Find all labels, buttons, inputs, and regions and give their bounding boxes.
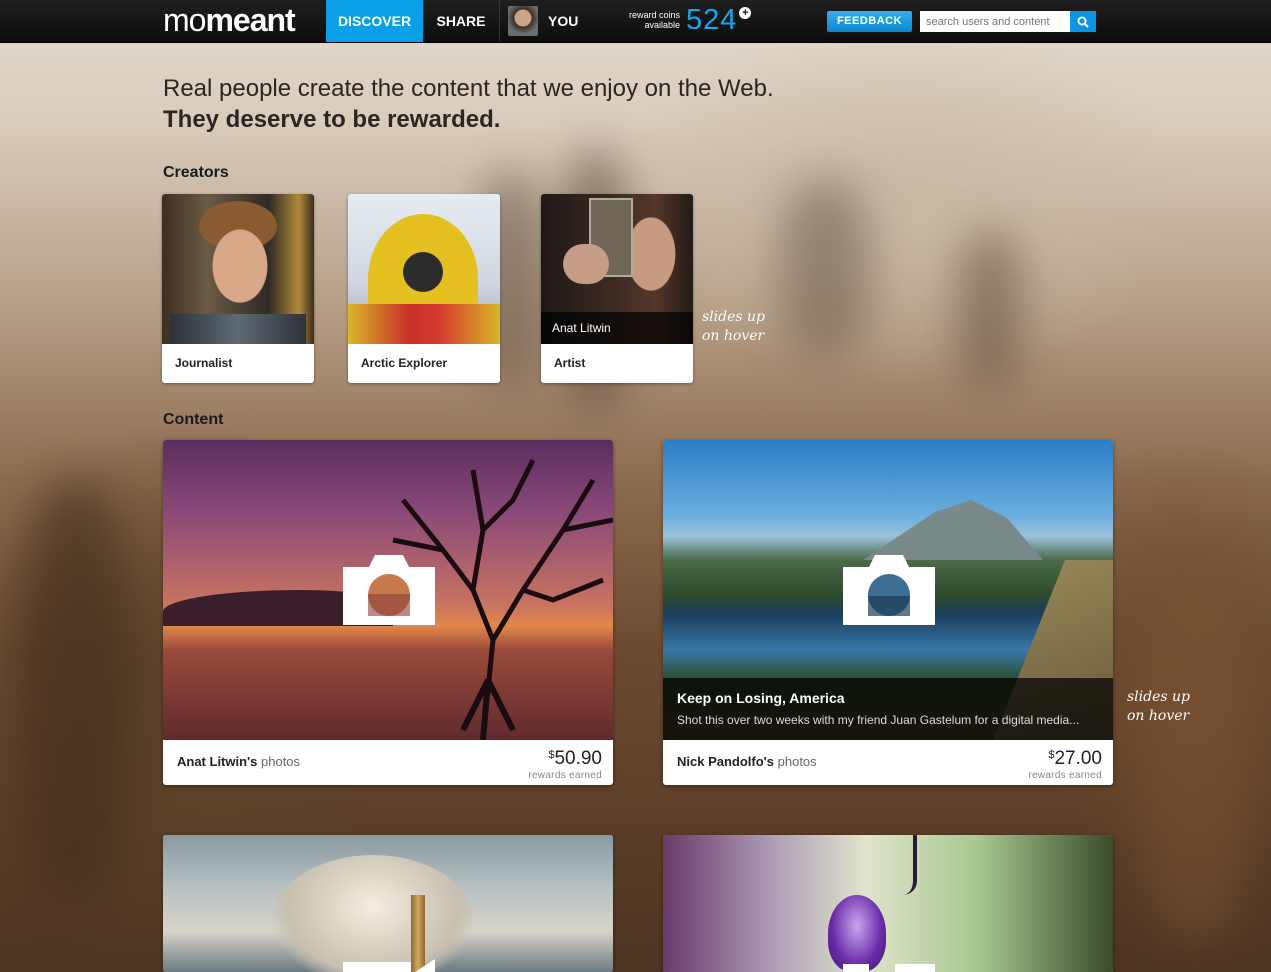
content-title: Content (163, 411, 224, 428)
creator-label: Journalist (175, 356, 233, 370)
nav-discover[interactable]: DISCOVER (326, 0, 423, 42)
content-owner[interactable]: Anat Litwin's photos (177, 754, 300, 769)
nav-you[interactable]: YOU (508, 6, 578, 36)
content-image (663, 835, 1113, 972)
background-building (20, 480, 130, 900)
camera-icon (343, 555, 435, 625)
search-box (920, 11, 1096, 32)
content-image: Keep on Losing, America Shot this over t… (663, 440, 1113, 740)
content-owner[interactable]: Nick Pandolfo's photos (677, 754, 817, 769)
content-card-footer: Nick Pandolfo's photos $27.00 rewards ea… (663, 740, 1113, 785)
creators-title: Creators (163, 164, 229, 181)
hero-line-1: Real people create the content that we e… (163, 75, 774, 102)
video-icon (343, 959, 435, 972)
rewards-earned: $50.90 rewards earned (528, 748, 602, 781)
background-building (1140, 560, 1250, 940)
camera-icon (843, 964, 935, 972)
content-title: Keep on Losing, America (677, 690, 845, 706)
background-building (960, 230, 1020, 390)
content-image (163, 835, 613, 972)
content-card-footer: Anat Litwin's photos $50.90 rewards earn… (163, 740, 613, 785)
creator-photo (162, 194, 314, 344)
avatar (508, 6, 538, 36)
creator-label: Arctic Explorer (361, 356, 448, 370)
content-card[interactable] (163, 835, 613, 972)
content-card[interactable]: Anat Litwin's photos $50.90 rewards earn… (163, 440, 613, 785)
background-building (780, 180, 870, 360)
content-card[interactable] (663, 835, 1113, 972)
content-card[interactable]: Keep on Losing, America Shot this over t… (663, 440, 1113, 785)
content-image (163, 440, 613, 740)
creator-hover-name: Anat Litwin (541, 312, 693, 344)
creator-card-arctic-explorer[interactable]: Arctic Explorer (348, 194, 500, 383)
reward-coins-value: 524 (686, 4, 738, 36)
creator-label: Artist (554, 356, 586, 370)
reward-coins-label: reward coins available (628, 10, 680, 30)
reward-coins: reward coins available 524 + (620, 4, 752, 36)
content-description: Shot this over two weeks with my friend … (677, 713, 1080, 727)
rewards-earned: $27.00 rewards earned (1028, 748, 1102, 781)
creator-photo (348, 194, 500, 344)
nav-share[interactable]: SHARE (423, 0, 500, 42)
search-button[interactable] (1070, 11, 1096, 32)
creator-card-journalist[interactable]: Journalist (162, 194, 314, 383)
content-hover-hint: slides up on hover (1127, 689, 1190, 724)
nav-you-label: YOU (548, 13, 579, 29)
hero-line-2: They deserve to be rewarded. (163, 106, 501, 133)
momeant-logo[interactable]: momeant (163, 2, 296, 38)
add-coins-icon[interactable]: + (739, 7, 752, 19)
creators-hover-hint: slides up on hover (702, 309, 765, 344)
creator-photo: Anat Litwin (541, 194, 693, 344)
top-navigation-bar: momeant DISCOVER SHARE YOU reward coins … (0, 0, 1271, 43)
search-icon (1077, 16, 1089, 28)
search-input[interactable] (920, 11, 1070, 32)
camera-icon (843, 555, 935, 625)
content-hover-overlay: Keep on Losing, America Shot this over t… (663, 678, 1113, 740)
creator-card-artist[interactable]: Anat Litwin Artist (541, 194, 693, 383)
hero-headline: Real people create the content that we e… (163, 73, 774, 135)
feedback-button[interactable]: FEEDBACK (827, 11, 912, 32)
